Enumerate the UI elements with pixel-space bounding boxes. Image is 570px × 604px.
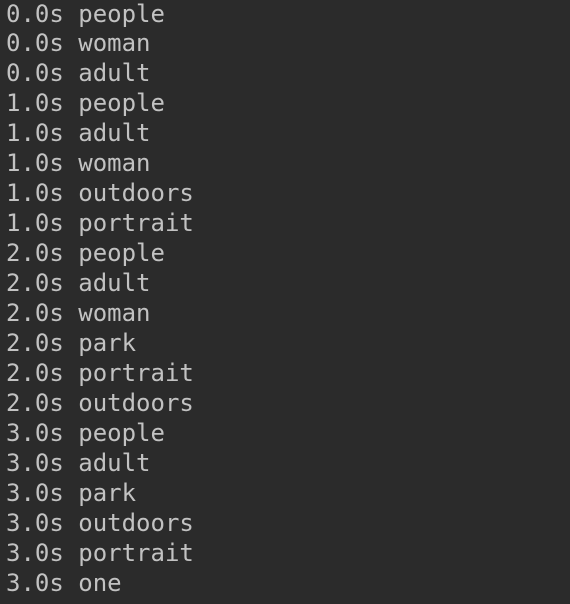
tag-timestamp: 0.0s <box>6 0 64 28</box>
tag-line: 3.0s outdoors <box>6 508 570 538</box>
tag-label: portrait <box>78 209 194 237</box>
tag-label: portrait <box>78 359 194 387</box>
tag-timestamp: 2.0s <box>6 389 64 417</box>
tag-line: 1.0s outdoors <box>6 178 570 208</box>
tag-label: park <box>78 329 137 357</box>
tag-label: woman <box>78 29 151 57</box>
tag-label: adult <box>78 449 151 477</box>
tag-timestamp: 3.0s <box>6 449 64 477</box>
tag-separator <box>64 149 78 177</box>
tag-separator <box>64 209 78 237</box>
tag-label: outdoors <box>78 389 194 417</box>
tag-line: 1.0s people <box>6 88 570 118</box>
tag-timestamp: 0.0s <box>6 59 64 87</box>
tag-timestamp: 3.0s <box>6 479 64 507</box>
tag-separator <box>64 389 78 417</box>
tag-line: 1.0s adult <box>6 118 570 148</box>
tag-timestamp: 1.0s <box>6 119 64 147</box>
tag-separator <box>64 0 78 28</box>
tag-timestamp: 3.0s <box>6 419 64 447</box>
tag-timestamp: 1.0s <box>6 149 64 177</box>
tag-line: 1.0s portrait <box>6 208 570 238</box>
tag-separator <box>64 239 78 267</box>
tag-line: 3.0s portrait <box>6 538 570 568</box>
terminal-output[interactable]: 0.0s people 0.0s woman 0.0s adult 1.0s peop… <box>0 0 570 604</box>
tag-label: people <box>78 0 165 28</box>
tag-separator <box>64 479 78 507</box>
tag-timestamp: 3.0s <box>6 509 64 537</box>
tag-line: 0.0s adult <box>6 58 570 88</box>
tag-label: woman <box>78 149 151 177</box>
tag-separator <box>64 29 78 57</box>
tag-line: 0.0s people <box>6 0 570 28</box>
tag-timestamp: 2.0s <box>6 329 64 357</box>
tag-timestamp: 1.0s <box>6 209 64 237</box>
tag-label: woman <box>78 299 151 327</box>
tag-separator <box>64 539 78 567</box>
tag-line: 3.0s people <box>6 418 570 448</box>
tag-separator <box>64 299 78 327</box>
tag-line: 3.0s park <box>6 478 570 508</box>
tag-timestamp: 3.0s <box>6 569 64 597</box>
tag-separator <box>64 509 78 537</box>
tag-separator <box>64 119 78 147</box>
tag-timestamp: 2.0s <box>6 359 64 387</box>
tag-timestamp: 1.0s <box>6 179 64 207</box>
tag-line: 3.0s one <box>6 568 570 598</box>
tag-label: adult <box>78 119 151 147</box>
tag-separator <box>64 359 78 387</box>
tag-line: 2.0s park <box>6 328 570 358</box>
tag-timestamp: 3.0s <box>6 539 64 567</box>
tag-line: 2.0s woman <box>6 298 570 328</box>
tag-line: 1.0s woman <box>6 148 570 178</box>
tag-label: people <box>78 419 165 447</box>
tag-line: 2.0s people <box>6 238 570 268</box>
tag-label: outdoors <box>78 179 194 207</box>
tag-label: people <box>78 239 165 267</box>
tag-separator <box>64 89 78 117</box>
tag-separator <box>64 449 78 477</box>
tag-label: adult <box>78 269 151 297</box>
tag-label: park <box>78 479 137 507</box>
tag-separator <box>64 179 78 207</box>
tag-line: 0.0s woman <box>6 28 570 58</box>
tag-line: 2.0s portrait <box>6 358 570 388</box>
tag-separator <box>64 269 78 297</box>
tag-line: 2.0s outdoors <box>6 388 570 418</box>
tag-separator <box>64 569 78 597</box>
tag-label: people <box>78 89 165 117</box>
tag-timestamp: 0.0s <box>6 29 64 57</box>
tag-separator <box>64 329 78 357</box>
tag-timestamp: 2.0s <box>6 269 64 297</box>
tag-timestamp: 2.0s <box>6 299 64 327</box>
tag-label: outdoors <box>78 509 194 537</box>
tag-timestamp: 1.0s <box>6 89 64 117</box>
tag-label: adult <box>78 59 151 87</box>
tag-separator <box>64 59 78 87</box>
tag-label: one <box>78 569 122 597</box>
tag-line: 3.0s adult <box>6 448 570 478</box>
tag-timestamp: 2.0s <box>6 239 64 267</box>
tag-separator <box>64 419 78 447</box>
tag-label: portrait <box>78 539 194 567</box>
tag-line: 2.0s adult <box>6 268 570 298</box>
